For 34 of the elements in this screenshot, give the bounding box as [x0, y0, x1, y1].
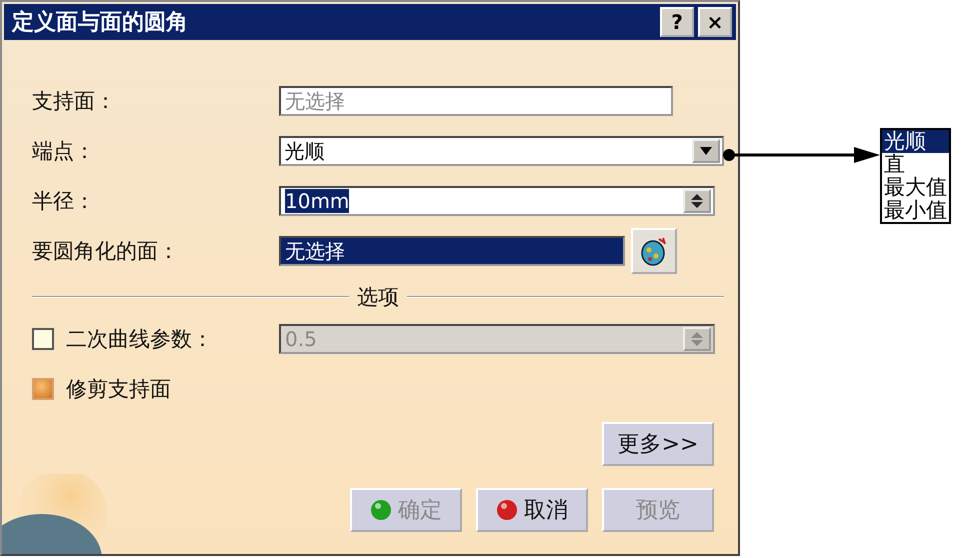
- input-field[interactable]: 无选择: [279, 86, 673, 116]
- ball-icon: [496, 499, 518, 521]
- spin-field[interactable]: 10mm: [279, 186, 715, 216]
- section-title: 选项: [357, 284, 399, 311]
- field-placeholder: 无选择: [285, 88, 345, 114]
- checkbox[interactable]: [32, 328, 54, 350]
- cancel-button[interactable]: 取消: [476, 488, 588, 532]
- field-value: 光顺: [284, 138, 325, 164]
- face-pick-button[interactable]: [631, 228, 677, 274]
- field-label: 端点：: [32, 138, 96, 165]
- up-down-arrows-icon: [689, 330, 705, 348]
- field-label: 要圆角化的面：: [32, 238, 180, 265]
- dropdown-button[interactable]: [692, 139, 720, 163]
- field-value: 10mm: [285, 189, 350, 213]
- down-triangle-icon: [699, 146, 713, 156]
- close-button[interactable]: ×: [698, 7, 732, 37]
- spin-button[interactable]: [683, 189, 711, 213]
- field-value: 0.5: [285, 327, 317, 351]
- checkbox-label: 修剪支持面: [66, 376, 172, 403]
- list-item[interactable]: 最小值: [882, 199, 949, 222]
- window-title: 定义面与面的圆角: [12, 8, 188, 37]
- dropdown-field[interactable]: 光顺: [278, 136, 724, 166]
- help-button[interactable]: ?: [660, 7, 694, 37]
- list-item[interactable]: 光顺: [882, 130, 949, 153]
- field-label: 半径：: [32, 188, 96, 215]
- up-down-arrows-icon: [689, 192, 705, 210]
- list-item[interactable]: 最大值: [882, 176, 949, 199]
- more-button[interactable]: 更多>>: [602, 422, 714, 466]
- selection-field[interactable]: 无选择: [279, 236, 625, 266]
- checkbox-label: 二次曲线参数：: [66, 326, 214, 353]
- checkbox[interactable]: [32, 378, 54, 400]
- ball-icon: [370, 499, 392, 521]
- sphere-icon: [639, 235, 669, 267]
- field-label: 支持面：: [32, 88, 117, 115]
